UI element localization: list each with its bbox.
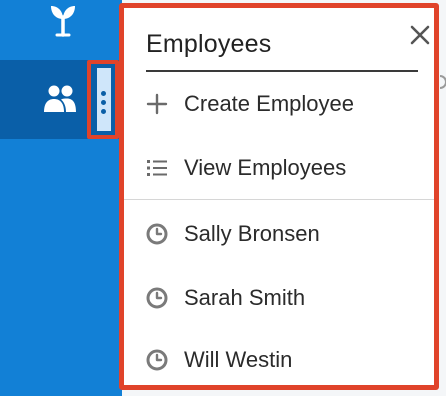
clock-icon xyxy=(146,287,168,309)
recent-item-label: Will Westin xyxy=(184,347,293,372)
list-icon xyxy=(147,160,167,176)
plus-icon xyxy=(146,93,168,115)
recent-item-label: Sally Bronsen xyxy=(184,221,320,246)
recent-item[interactable]: Sally Bronsen xyxy=(124,204,434,264)
page: Employees Create Employee View Employees xyxy=(0,0,446,396)
employees-menu-toggle[interactable] xyxy=(87,60,119,139)
title-divider xyxy=(146,70,418,72)
sprout-icon[interactable] xyxy=(46,1,80,37)
clock-icon xyxy=(146,223,168,245)
partial-icon xyxy=(439,75,446,89)
recent-item[interactable]: Sarah Smith xyxy=(124,268,434,328)
view-employees-label: View Employees xyxy=(184,155,347,180)
create-employee-label: Create Employee xyxy=(184,91,354,116)
recent-item-label: Sarah Smith xyxy=(184,285,306,310)
recent-item[interactable]: Will Westin xyxy=(124,330,434,390)
vertical-dots-icon xyxy=(97,68,111,131)
close-icon[interactable] xyxy=(409,24,431,46)
popover-title: Employees xyxy=(146,30,272,58)
employees-popover: Employees Create Employee View Employees xyxy=(119,3,439,390)
create-employee-item[interactable]: Create Employee xyxy=(124,74,434,134)
view-employees-item[interactable]: View Employees xyxy=(124,138,434,198)
menu-divider xyxy=(124,199,434,200)
clock-icon xyxy=(146,349,168,371)
people-icon xyxy=(44,85,76,112)
